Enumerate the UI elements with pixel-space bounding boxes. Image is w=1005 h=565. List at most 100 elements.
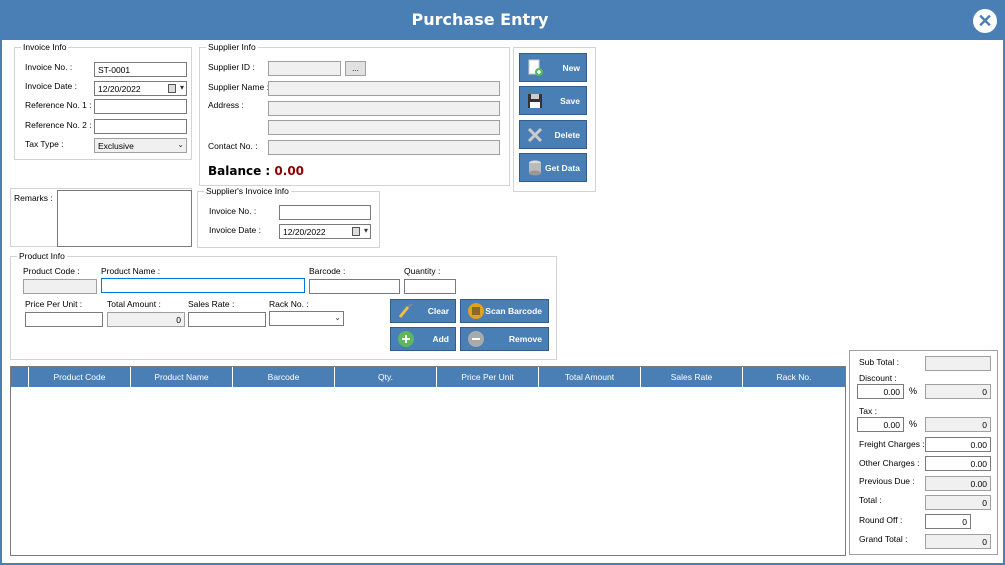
supplier-invoice-no-field[interactable] <box>279 205 371 220</box>
remove-button[interactable]: Remove <box>460 327 549 351</box>
grid-header: Product Code Product Name Barcode Qty. P… <box>11 367 845 387</box>
calendar-icon[interactable] <box>168 84 176 93</box>
chevron-down-icon[interactable]: ⌄ <box>177 139 184 151</box>
other-charges-field[interactable]: 0.00 <box>925 456 991 471</box>
sales-rate-field[interactable] <box>188 312 266 327</box>
add-button[interactable]: Add <box>390 327 456 351</box>
delete-x-icon <box>527 127 543 142</box>
quantity-field[interactable] <box>404 279 456 294</box>
total-label: Total : <box>859 495 882 505</box>
chevron-down-icon[interactable]: ▾ <box>364 225 368 237</box>
client-area: Invoice Info Invoice No. : ST-0001 Invoi… <box>2 40 1003 563</box>
minus-circle-icon <box>468 331 484 347</box>
invoice-no-field[interactable]: ST-0001 <box>94 62 187 77</box>
grid-row-header[interactable] <box>11 367 29 387</box>
barcode-icon <box>468 303 484 319</box>
column-header-product-name[interactable]: Product Name <box>131 367 233 387</box>
supplier-info-label: Supplier Info <box>206 42 258 52</box>
supplier-name-field[interactable] <box>268 81 500 96</box>
quantity-label: Quantity : <box>404 266 441 276</box>
column-header-price-per-unit[interactable]: Price Per Unit <box>437 367 539 387</box>
supplier-invoice-date-picker[interactable]: 12/20/2022 ▾ <box>279 224 371 239</box>
supplier-id-label: Supplier ID : <box>208 62 255 72</box>
previous-due-label: Previous Due : <box>859 476 915 486</box>
discount-amount-field[interactable]: 0 <box>925 384 991 399</box>
product-code-label: Product Code : <box>23 266 80 276</box>
new-document-icon <box>528 59 543 76</box>
supplier-invoice-no-label: Invoice No. : <box>209 206 257 216</box>
clear-button[interactable]: Clear <box>390 299 456 323</box>
reference-no-2-field[interactable] <box>94 119 187 134</box>
remove-button-label: Remove <box>508 334 542 344</box>
scan-barcode-button[interactable]: Scan Barcode <box>460 299 549 323</box>
contact-no-field[interactable] <box>268 140 500 155</box>
grand-total-field[interactable]: 0 <box>925 534 991 549</box>
sub-total-field[interactable] <box>925 356 991 371</box>
window-title: Purchase Entry <box>411 10 549 29</box>
close-icon[interactable]: ✕ <box>973 9 997 33</box>
product-code-field[interactable] <box>23 279 97 294</box>
barcode-field[interactable] <box>309 279 400 294</box>
new-button[interactable]: New <box>519 53 587 82</box>
reference-no-1-field[interactable] <box>94 99 187 114</box>
freight-charges-label: Freight Charges : <box>859 439 925 449</box>
database-icon <box>529 160 541 175</box>
chevron-down-icon[interactable]: ▾ <box>180 82 184 94</box>
column-header-total-amount[interactable]: Total Amount <box>539 367 641 387</box>
new-button-label: New <box>562 62 580 73</box>
freight-charges-field[interactable]: 0.00 <box>925 437 991 452</box>
remarks-label: Remarks : <box>14 193 53 203</box>
column-header-sales-rate[interactable]: Sales Rate <box>641 367 743 387</box>
address-label: Address : <box>208 100 244 110</box>
get-data-button[interactable]: Get Data <box>519 153 587 182</box>
column-header-qty[interactable]: Qty. <box>335 367 437 387</box>
total-amount-label: Total Amount : <box>107 299 161 309</box>
column-header-product-code[interactable]: Product Code <box>29 367 131 387</box>
invoice-date-picker[interactable]: 12/20/2022 ▾ <box>94 81 187 96</box>
product-info-label: Product Info <box>17 251 67 261</box>
tax-type-value: Exclusive <box>98 141 134 151</box>
remarks-textarea[interactable] <box>57 190 192 247</box>
rack-no-select[interactable]: ⌄ <box>269 311 344 326</box>
supplier-invoice-date-value: 12/20/2022 <box>283 227 326 237</box>
discount-percent-sign: % <box>909 386 918 396</box>
calendar-icon[interactable] <box>352 227 360 236</box>
delete-button[interactable]: Delete <box>519 120 587 149</box>
product-name-field[interactable] <box>101 278 305 293</box>
scan-barcode-button-label: Scan Barcode <box>485 306 542 316</box>
save-button[interactable]: Save <box>519 86 587 115</box>
previous-due-field[interactable]: 0.00 <box>925 476 991 491</box>
chevron-down-icon[interactable]: ⌄ <box>334 312 341 324</box>
tax-percent-field[interactable]: 0.00 <box>857 417 904 432</box>
column-header-barcode[interactable]: Barcode <box>233 367 335 387</box>
column-header-rack-no[interactable]: Rack No. <box>743 367 845 387</box>
address-line-1-field[interactable] <box>268 101 500 116</box>
supplier-id-field[interactable] <box>268 61 341 76</box>
total-amount-field[interactable]: 0 <box>107 312 185 327</box>
balance-display: Balance : 0.00 <box>208 164 304 178</box>
supplier-name-label: Supplier Name : <box>208 82 269 92</box>
round-off-field[interactable]: 0 <box>925 514 971 529</box>
delete-button-label: Delete <box>554 129 580 140</box>
grand-total-label: Grand Total : <box>859 534 908 544</box>
plus-circle-icon <box>398 331 414 347</box>
add-button-label: Add <box>432 334 449 344</box>
browse-supplier-button[interactable]: ... <box>345 61 366 76</box>
total-field[interactable]: 0 <box>925 495 991 510</box>
tax-percent-sign: % <box>909 419 918 429</box>
tax-label: Tax : <box>859 406 877 416</box>
tax-type-label: Tax Type : <box>25 139 64 149</box>
price-per-unit-field[interactable] <box>25 312 103 327</box>
discount-percent-field[interactable]: 0.00 <box>857 384 904 399</box>
other-charges-label: Other Charges : <box>859 458 920 468</box>
supplier-invoice-date-label: Invoice Date : <box>209 225 261 235</box>
address-line-2-field[interactable] <box>268 120 500 135</box>
sub-total-label: Sub Total : <box>859 357 900 367</box>
tax-amount-field[interactable]: 0 <box>925 417 991 432</box>
get-data-button-label: Get Data <box>545 162 580 173</box>
tax-type-select[interactable]: Exclusive ⌄ <box>94 138 187 153</box>
discount-label: Discount : <box>859 373 897 383</box>
floppy-disk-icon <box>528 93 542 108</box>
balance-label: Balance : <box>208 164 271 178</box>
product-grid[interactable]: Product Code Product Name Barcode Qty. P… <box>10 366 846 556</box>
